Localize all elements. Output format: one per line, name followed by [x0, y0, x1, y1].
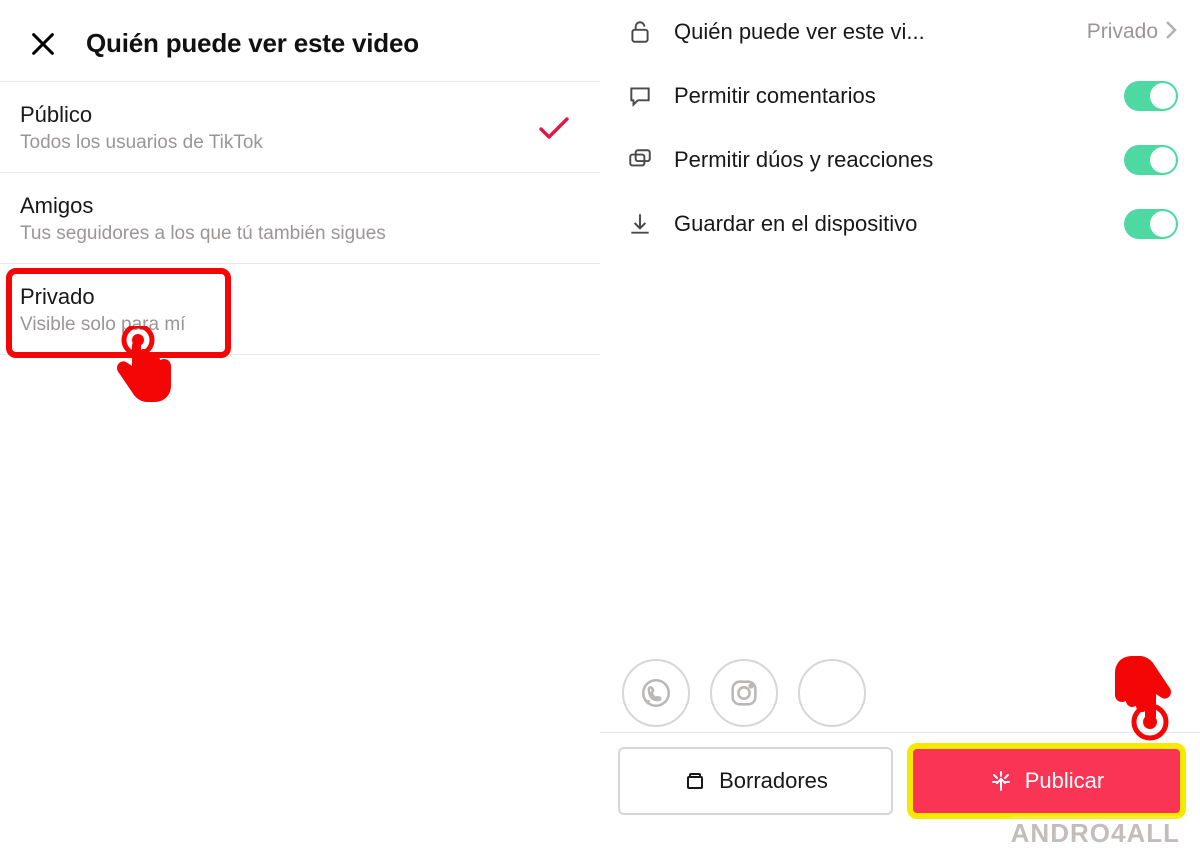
privacy-option-private[interactable]: Privado Visible solo para mí [0, 264, 600, 355]
privacy-option-friends[interactable]: Amigos Tus seguidores a los que tú tambi… [0, 173, 600, 264]
checkmark-icon [538, 116, 570, 140]
setting-value: Privado [1087, 20, 1158, 44]
panel-header: Quién puede ver este video [0, 0, 600, 82]
setting-label: Guardar en el dispositivo [674, 211, 1124, 237]
lock-icon [622, 19, 658, 45]
option-title: Privado [20, 284, 580, 310]
save-row[interactable]: Guardar en el dispositivo [600, 192, 1200, 256]
share-row [622, 659, 866, 727]
privacy-selector-panel: Quién puede ver este video Público Todos… [0, 0, 600, 857]
post-settings-panel: Quién puede ver este vi... Privado Permi… [600, 0, 1200, 857]
publish-button[interactable]: Publicar [911, 747, 1182, 815]
duets-toggle[interactable] [1124, 145, 1178, 175]
publish-label: Publicar [1025, 768, 1104, 794]
share-whatsapp-icon[interactable] [622, 659, 690, 727]
tap-indicator-icon [108, 326, 178, 421]
option-subtitle: Visible solo para mí [20, 314, 580, 336]
bottom-action-bar: Borradores Publicar [600, 732, 1200, 857]
chevron-right-icon [1164, 19, 1178, 46]
option-title: Amigos [20, 193, 580, 219]
option-subtitle: Tus seguidores a los que tú también sigu… [20, 223, 580, 245]
option-title: Público [20, 102, 538, 128]
comments-row[interactable]: Permitir comentarios [600, 64, 1200, 128]
panel-title: Quién puede ver este video [86, 28, 419, 59]
comments-toggle[interactable] [1124, 81, 1178, 111]
save-toggle[interactable] [1124, 209, 1178, 239]
privacy-row[interactable]: Quién puede ver este vi... Privado [600, 0, 1200, 64]
share-instagram-icon[interactable] [710, 659, 778, 727]
drafts-label: Borradores [719, 768, 828, 794]
duet-icon [622, 147, 658, 173]
close-icon[interactable] [28, 29, 58, 59]
option-subtitle: Todos los usuarios de TikTok [20, 132, 538, 154]
download-icon [622, 211, 658, 237]
privacy-option-public[interactable]: Público Todos los usuarios de TikTok [0, 82, 600, 173]
setting-label: Quién puede ver este vi... [674, 19, 1087, 45]
setting-label: Permitir comentarios [674, 83, 1124, 109]
comment-icon [622, 83, 658, 109]
duets-row[interactable]: Permitir dúos y reacciones [600, 128, 1200, 192]
share-facebook-icon[interactable] [798, 659, 866, 727]
setting-label: Permitir dúos y reacciones [674, 147, 1124, 173]
drafts-button[interactable]: Borradores [618, 747, 893, 815]
